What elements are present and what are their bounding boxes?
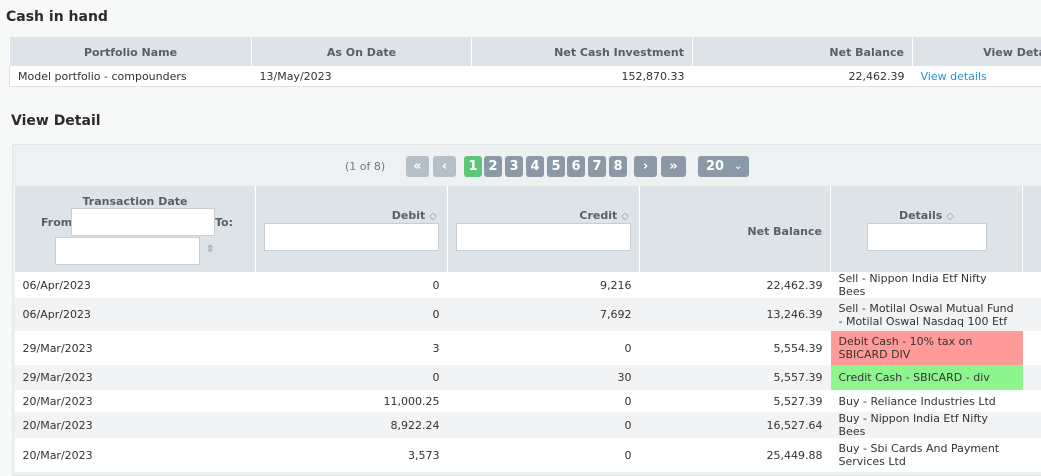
page-button-8[interactable]: 8 [609, 156, 627, 177]
row-date: 06/Apr/2023 [15, 272, 256, 298]
cash-in-hand-title: Cash in hand [6, 9, 108, 25]
col-as-on-date: As On Date [252, 38, 472, 67]
col-net-balance: Net Balance [693, 38, 913, 67]
col-details-label: Details [899, 209, 942, 222]
sort-icon[interactable]: ⇳ [206, 244, 214, 255]
row-debit: 0 [256, 298, 448, 331]
row-details: Sell - Motilal Oswal Mutual Fund - Motil… [831, 298, 1023, 331]
row-date: 29/Mar/2023 [15, 331, 256, 365]
row-details: Debit Cash - 10% tax on SBICARD DIV [831, 331, 1023, 365]
details-filter-input[interactable] [867, 223, 987, 251]
row-net-balance: 5,557.39 [640, 365, 831, 390]
page-button-5[interactable]: 5 [547, 156, 565, 177]
sort-icon[interactable]: ◇ [946, 211, 954, 222]
row-debit: 8,922.24 [256, 412, 448, 438]
debit-filter-input[interactable] [264, 223, 439, 251]
credit-filter-input[interactable] [456, 223, 631, 251]
page-button-7[interactable]: 7 [588, 156, 606, 177]
to-label: To: [215, 216, 233, 229]
page-button-3[interactable]: 3 [505, 156, 523, 177]
row-debit: 3 [256, 331, 448, 365]
page-size-select[interactable]: 20 ⌄ [698, 156, 749, 177]
row-details: Buy - Nippon India Etf Nifty Bees [831, 412, 1023, 438]
row-date: 20/Mar/2023 [15, 438, 256, 472]
cash-summary-table: Portfolio Name As On Date Net Cash Inves… [9, 37, 1041, 87]
last-page-button[interactable]: » [661, 156, 686, 177]
row-debit: 0 [256, 272, 448, 298]
date-to-input[interactable] [55, 237, 200, 265]
row-credit: 30 [448, 365, 640, 390]
page-button-6[interactable]: 6 [567, 156, 585, 177]
summary-row: Model portfolio - compounders 13/May/202… [10, 66, 1041, 87]
row-debit: 11,000.25 [256, 390, 448, 412]
row-credit: 0 [448, 412, 640, 438]
table-row: 29/Mar/2023 3 0 5,554.39 Debit Cash - 10… [15, 331, 1041, 365]
table-row: 06/Apr/2023 0 7,692 13,246.39 Sell - Mot… [15, 298, 1041, 331]
as-on-date: 13/May/2023 [252, 66, 472, 87]
row-date: 06/Apr/2023 [15, 298, 256, 331]
transactions-table: Transaction Date From: To: ⇳ Debit◇ Cred… [14, 186, 1041, 472]
col-net-balance-label: Net Balance [747, 225, 822, 238]
chevron-down-icon: ⌄ [734, 156, 742, 177]
table-row: 20/Mar/2023 8,922.24 0 16,527.64 Buy - N… [15, 412, 1041, 438]
row-details: Sell - Nippon India Etf Nifty Bees [831, 272, 1023, 298]
row-date: 20/Mar/2023 [15, 390, 256, 412]
row-net-balance: 5,554.39 [640, 331, 831, 365]
table-row: 20/Mar/2023 3,573 0 25,449.88 Buy - Sbi … [15, 438, 1041, 472]
net-cash-investment: 152,870.33 [472, 66, 693, 87]
page-button-4[interactable]: 4 [526, 156, 544, 177]
summary-header-row: Portfolio Name As On Date Net Cash Inves… [10, 38, 1041, 67]
row-net-balance: 22,462.39 [640, 272, 831, 298]
row-details: Buy - Reliance Industries Ltd [831, 390, 1023, 412]
col-details: Details ◇ [831, 186, 1023, 272]
portfolio-name: Model portfolio - compounders [10, 66, 252, 87]
date-from-input[interactable] [71, 208, 215, 236]
table-row: 20/Mar/2023 11,000.25 0 5,527.39 Buy - R… [15, 390, 1041, 412]
col-net-cash-investment: Net Cash Investment [472, 38, 693, 67]
row-net-balance: 13,246.39 [640, 298, 831, 331]
col-net-balance: Net Balance [640, 186, 831, 272]
row-date: 20/Mar/2023 [15, 412, 256, 438]
table-row: 29/Mar/2023 0 30 5,557.39 Credit Cash - … [15, 365, 1041, 390]
col-credit-label: Credit [579, 209, 617, 222]
col-credit: Credit ◇ [448, 186, 640, 272]
prev-page-button[interactable]: ‹ [433, 156, 456, 177]
row-net-balance: 16,527.64 [640, 412, 831, 438]
page-info: (1 of 8) [345, 160, 385, 173]
row-credit: 7,692 [448, 298, 640, 331]
row-credit: 0 [448, 438, 640, 472]
col-extra [1023, 186, 1041, 272]
row-credit: 9,216 [448, 272, 640, 298]
first-page-button[interactable]: « [406, 156, 429, 177]
next-page-button[interactable]: › [634, 156, 657, 177]
row-credit: 0 [448, 331, 640, 365]
row-net-balance: 25,449.88 [640, 438, 831, 472]
page-button-1[interactable]: 1 [464, 156, 482, 177]
sort-icon[interactable]: ◇ [429, 211, 437, 222]
col-debit: Debit◇ [256, 186, 448, 272]
row-debit: 0 [256, 365, 448, 390]
row-credit: 0 [448, 390, 640, 412]
col-view-details: View Deta [913, 38, 1041, 67]
row-debit: 3,573 [256, 438, 448, 472]
view-detail-title: View Detail [11, 113, 101, 129]
col-debit-label: Debit [392, 209, 426, 222]
row-date: 29/Mar/2023 [15, 365, 256, 390]
page-button-2[interactable]: 2 [484, 156, 502, 177]
view-details-link[interactable]: View details [921, 70, 987, 83]
row-details: Buy - Sbi Cards And Payment Services Ltd [831, 438, 1023, 472]
row-details: Credit Cash - SBICARD - div [831, 365, 1023, 390]
detail-header-row: Transaction Date From: To: ⇳ Debit◇ Cred… [15, 186, 1041, 272]
col-portfolio-name: Portfolio Name [10, 38, 252, 67]
sort-icon[interactable]: ◇ [621, 211, 629, 222]
col-transaction-date: Transaction Date From: To: ⇳ [15, 186, 256, 272]
col-transaction-date-label: Transaction Date [15, 195, 255, 208]
row-net-balance: 5,527.39 [640, 390, 831, 412]
page-size-value: 20 [706, 156, 724, 177]
table-row: 06/Apr/2023 0 9,216 22,462.39 Sell - Nip… [15, 272, 1041, 298]
net-balance: 22,462.39 [693, 66, 913, 87]
